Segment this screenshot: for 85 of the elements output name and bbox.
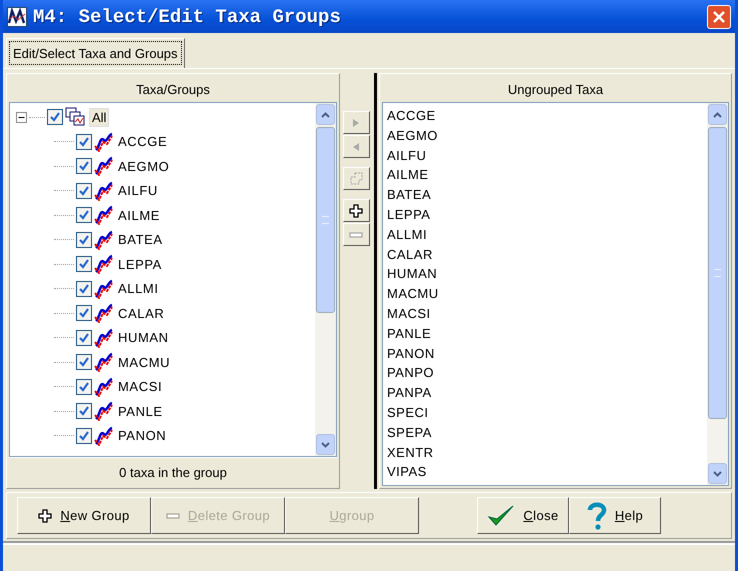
scrollbar[interactable] — [707, 103, 728, 485]
checkbox[interactable] — [76, 403, 92, 420]
plus-icon — [349, 204, 363, 218]
checkbox[interactable] — [76, 158, 92, 174]
tree-item[interactable]: ALLMI — [118, 281, 159, 296]
help-icon — [586, 502, 607, 530]
wave-icon — [94, 278, 114, 299]
chart-icon — [7, 6, 27, 26]
scroll-down-icon[interactable] — [321, 442, 330, 448]
list-item[interactable]: PANLE — [387, 324, 703, 344]
list-item[interactable]: MACSI — [387, 304, 703, 324]
wave-icon — [94, 254, 114, 274]
wave-icon — [94, 426, 114, 446]
checkbox[interactable] — [76, 256, 92, 272]
action-button[interactable]: Help — [569, 497, 661, 534]
wave-icon — [94, 156, 114, 176]
list-item[interactable]: AEGMO — [387, 126, 703, 146]
wave-icon — [94, 401, 114, 422]
wave-icon — [94, 230, 114, 250]
tree-item[interactable]: PANLE — [118, 404, 163, 419]
tree-item[interactable]: AILFU — [118, 183, 158, 198]
checkbox[interactable] — [47, 109, 63, 126]
list-item[interactable]: ACCGE — [387, 106, 703, 126]
plus-icon — [38, 508, 52, 522]
close-button[interactable] — [707, 4, 731, 28]
close-icon — [712, 10, 726, 24]
checkbox[interactable] — [76, 207, 92, 224]
wave-icon — [94, 328, 114, 348]
list-item[interactable]: HUMAN — [387, 264, 703, 284]
checkbox[interactable] — [76, 330, 92, 346]
list-item[interactable]: VIPAS — [387, 462, 703, 482]
scroll-up-icon[interactable] — [321, 112, 330, 118]
tree-item[interactable]: HUMAN — [118, 330, 169, 346]
group-icon — [65, 107, 85, 128]
wave-icon — [94, 303, 114, 324]
list-item[interactable]: CALAR — [387, 244, 703, 264]
checkbox[interactable] — [76, 354, 92, 370]
list-item[interactable]: BATEA — [387, 185, 703, 205]
checkbox[interactable] — [76, 280, 92, 297]
list-item[interactable]: XENTR — [387, 442, 703, 462]
tree-item[interactable]: BATEA — [118, 232, 163, 248]
plus-button[interactable] — [342, 199, 370, 222]
window-title: M4: Select/Edit Taxa Groups — [33, 6, 342, 28]
wave-icon — [94, 376, 114, 397]
collapse-icon[interactable] — [16, 112, 27, 123]
tree-item[interactable]: All — [89, 108, 110, 127]
action-button[interactable]: New Group — [17, 497, 151, 534]
scroll-up-icon[interactable] — [713, 112, 722, 118]
action-button[interactable]: Close — [477, 497, 569, 534]
dashed-shape-icon — [349, 172, 363, 186]
scroll-down-icon[interactable] — [713, 470, 722, 476]
panel-header: Ungrouped Taxa — [506, 80, 604, 99]
list-item[interactable]: PANPO — [387, 363, 703, 384]
wave-icon — [94, 180, 114, 201]
tree-item[interactable]: AEGMO — [118, 158, 170, 174]
wave-icon — [94, 205, 114, 226]
tree-item[interactable]: AILME — [118, 208, 160, 223]
checkbox[interactable] — [76, 305, 92, 322]
list-item[interactable]: AILFU — [387, 146, 703, 166]
wave-icon — [94, 132, 114, 152]
list-item[interactable]: PANPA — [387, 383, 703, 403]
panel-header: Taxa/Groups — [135, 80, 211, 99]
status-text: 0 taxa in the group — [9, 457, 337, 486]
checkbox[interactable] — [76, 134, 92, 150]
checkbox[interactable] — [76, 428, 92, 444]
list-item[interactable]: SPEPA — [387, 422, 703, 443]
tree-item[interactable]: CALAR — [118, 306, 164, 321]
list-item[interactable]: PANON — [387, 344, 703, 364]
list-item[interactable]: SPECI — [387, 402, 703, 423]
tree-item[interactable]: MACMU — [118, 354, 170, 370]
list-item[interactable]: LEPPA — [387, 204, 703, 225]
tree-item[interactable]: PANON — [118, 428, 166, 444]
checkbox[interactable] — [76, 232, 92, 248]
checkmark-icon — [487, 504, 516, 528]
scrollbar[interactable] — [315, 103, 336, 456]
list-item[interactable]: MACMU — [387, 284, 703, 304]
tree-item[interactable]: MACSI — [118, 379, 162, 394]
tree-item[interactable]: ACCGE — [118, 134, 168, 150]
list-item[interactable]: AILME — [387, 165, 703, 186]
list-item[interactable]: ALLMI — [387, 224, 703, 245]
tab[interactable]: Edit/Select Taxa and Groups — [6, 38, 185, 68]
tree-item[interactable]: LEPPA — [118, 256, 162, 272]
wave-icon — [94, 352, 114, 372]
checkbox[interactable] — [76, 182, 92, 199]
checkbox[interactable] — [76, 378, 92, 395]
